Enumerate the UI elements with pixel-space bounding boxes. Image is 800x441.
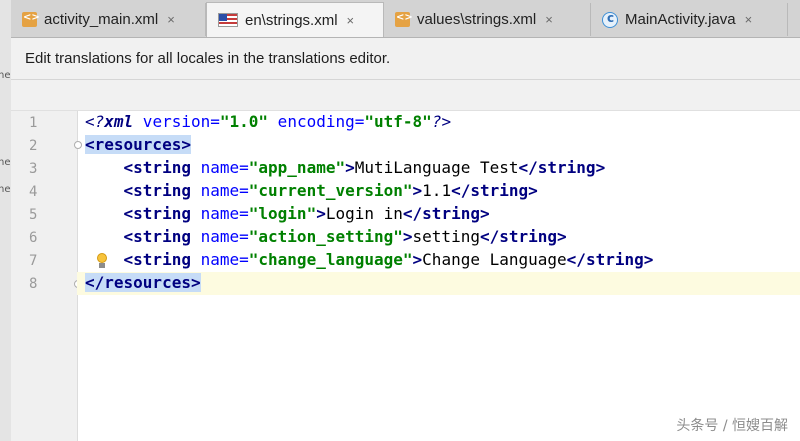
code-line: <string name="action_setting">setting</s… [77, 226, 800, 249]
tab-label: values\strings.xml [417, 11, 537, 28]
editor-tab-bar: activity_main.xml × en\strings.xml × val… [11, 0, 800, 38]
code-line: <string name="app_name">MutiLanguage Tes… [77, 157, 800, 180]
line-number: 8 [29, 276, 38, 292]
left-strip-fragment: ne [0, 70, 11, 81]
string-entry-current-version: <string name="current_version">1.1</stri… [123, 181, 538, 200]
tab-main-activity-java[interactable]: MainActivity.java × [591, 3, 788, 36]
close-icon[interactable]: × [167, 12, 175, 27]
close-icon[interactable]: × [545, 12, 553, 27]
tab-values-strings-xml[interactable]: values\strings.xml × [384, 3, 591, 36]
string-entry-action-setting: <string name="action_setting">setting</s… [123, 227, 567, 246]
code-line: <string name="change_language">Change La… [77, 249, 800, 272]
tab-label: activity_main.xml [44, 11, 159, 28]
xml-file-icon [395, 12, 413, 27]
editor-breadcrumb-bar [11, 80, 800, 111]
line-number: 4 [29, 184, 38, 200]
string-entry-login: <string name="login">Login in</string> [123, 204, 490, 223]
code-line: <?xml version="1.0" encoding="utf-8"?> [77, 111, 800, 134]
line-number: 7 [29, 253, 38, 269]
us-flag-icon [218, 13, 238, 27]
line-number: 6 [29, 230, 38, 246]
left-strip-fragment: ne [0, 184, 11, 195]
line-number: 2 [29, 138, 38, 154]
string-entry-change-language: <string name="change_language">Change La… [123, 250, 654, 269]
line-number: 1 [29, 115, 38, 131]
lightbulb-icon[interactable] [96, 253, 108, 269]
code-line: <string name="login">Login in</string> [77, 203, 800, 226]
translations-editor-banner: Edit translations for all locales in the… [11, 38, 800, 80]
code-editor[interactable]: <?xml version="1.0" encoding="utf-8"?> <… [77, 111, 800, 441]
watermark-text: 头条号 / 恒嫂百解 [676, 418, 788, 434]
close-icon[interactable]: × [745, 12, 753, 27]
tab-label: en\strings.xml [245, 11, 338, 29]
code-line-current: </resources> [77, 272, 800, 295]
close-icon[interactable]: × [347, 13, 355, 28]
resources-open-tag: <resources> [85, 135, 191, 154]
tab-activity-main-xml[interactable]: activity_main.xml × [11, 3, 206, 36]
line-number: 3 [29, 161, 38, 177]
code-line: <string name="current_version">1.1</stri… [77, 180, 800, 203]
tab-en-strings-xml[interactable]: en\strings.xml × [206, 2, 384, 37]
tab-label: MainActivity.java [625, 11, 736, 28]
line-number-gutter[interactable]: 1 2 3 4 5 6 7 8 [11, 111, 78, 441]
code-line: <resources> [77, 134, 800, 157]
left-strip-fragment: ne [0, 157, 11, 168]
java-class-icon [602, 11, 618, 28]
xml-declaration: <?xml version="1.0" encoding="utf-8"?> [85, 112, 452, 131]
xml-file-icon [22, 12, 40, 27]
string-entry-app-name: <string name="app_name">MutiLanguage Tes… [123, 158, 606, 177]
line-number: 5 [29, 207, 38, 223]
banner-text[interactable]: Edit translations for all locales in the… [25, 50, 390, 67]
resources-close-tag: </resources> [85, 273, 201, 292]
